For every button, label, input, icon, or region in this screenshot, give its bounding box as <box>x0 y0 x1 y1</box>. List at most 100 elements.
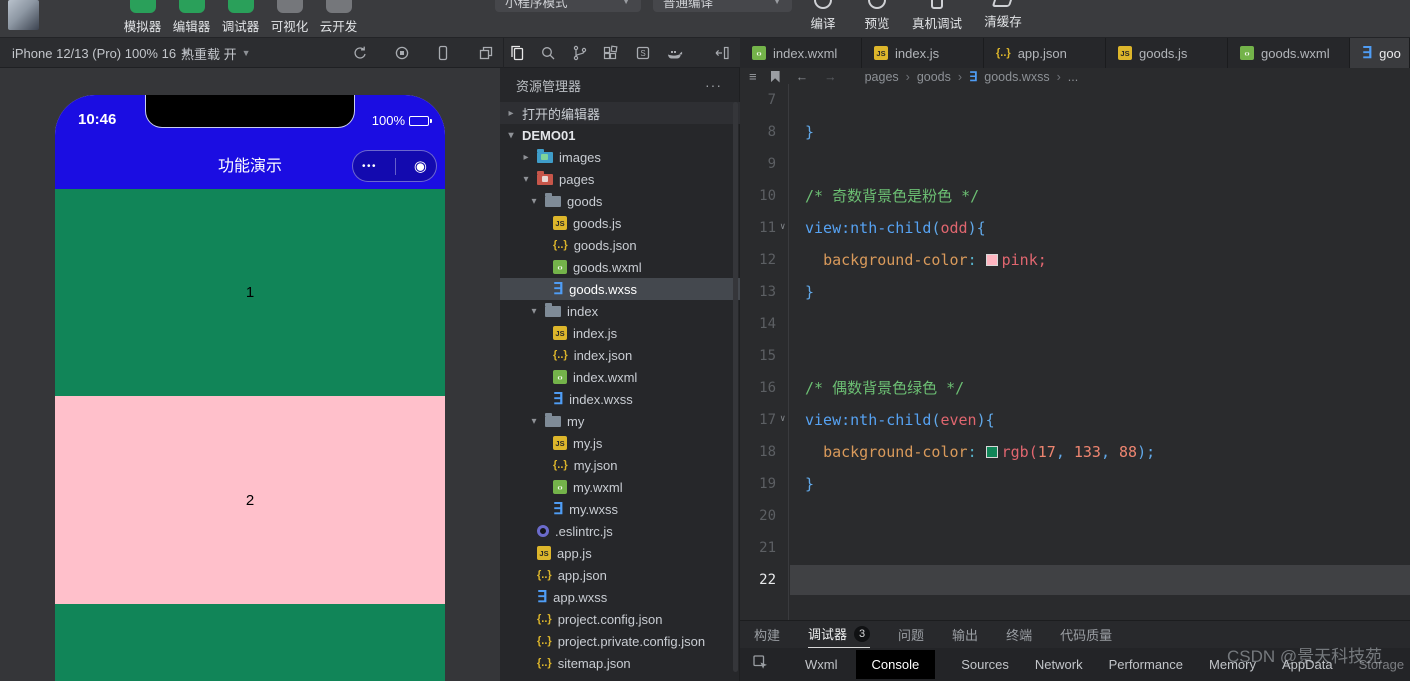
s-tool-icon[interactable]: S <box>635 45 651 61</box>
tree-item-app.js[interactable]: app.js <box>500 542 740 564</box>
color-swatch[interactable] <box>985 254 998 266</box>
code-line-13[interactable]: 13} <box>740 276 1410 308</box>
file-tab-goods.wxml[interactable]: goods.wxml <box>1228 38 1350 68</box>
outline-list-icon[interactable]: ≡ <box>749 70 757 83</box>
toolbar-button-云开发[interactable]: 云开发 <box>314 0 363 38</box>
panel-tab-代码质量[interactable]: 代码质量 <box>1060 621 1112 649</box>
panel-tab-调试器[interactable]: 调试器 3 <box>808 621 871 649</box>
view-block-1[interactable]: 1 <box>55 189 445 396</box>
toolbar-button-调试器[interactable]: 调试器 <box>216 0 265 38</box>
breadcrumb-item-...[interactable]: ... <box>1068 70 1078 84</box>
record-stop-icon[interactable] <box>394 45 410 61</box>
code-line-9[interactable]: 9 <box>740 148 1410 180</box>
toolbar-button-可视化[interactable]: 可视化 <box>265 0 314 38</box>
collapse-sidebar-icon[interactable] <box>714 45 730 61</box>
devtools-tab-Wxml[interactable]: Wxml <box>805 657 838 672</box>
code-line-18[interactable]: 18 background-color: rgb(17, 133, 88); <box>740 436 1410 468</box>
tree-item-index[interactable]: ▾ index <box>500 300 740 322</box>
tree-item-goods.json[interactable]: goods.json <box>500 234 740 256</box>
devtools-tab-Sources[interactable]: Sources <box>961 657 1009 672</box>
rotate-screen-icon[interactable] <box>352 45 368 61</box>
breadcrumb-item-goods[interactable]: goods <box>917 70 951 84</box>
breadcrumb-item-pages[interactable]: pages <box>865 70 899 84</box>
restore-window-icon[interactable] <box>478 45 494 61</box>
chevron-right-icon[interactable]: ▸ <box>506 108 516 119</box>
files-icon[interactable] <box>509 45 525 61</box>
tree-item-sitemap.json[interactable]: sitemap.json <box>500 652 740 674</box>
fold-chevron-icon[interactable]: ∨ <box>780 212 785 242</box>
tree-item-my.wxml[interactable]: my.wxml <box>500 476 740 498</box>
panel-tab-输出[interactable]: 输出 <box>952 621 978 649</box>
tree-item-project.config.json[interactable]: project.config.json <box>500 608 740 630</box>
docker-whale-icon[interactable] <box>666 45 683 61</box>
toolbar-button-编辑器[interactable]: 编辑器 <box>167 0 216 38</box>
tree-item-my.wxss[interactable]: my.wxss <box>500 498 740 520</box>
code-line-22[interactable]: 22 <box>740 564 1410 596</box>
fold-chevron-icon[interactable]: ∨ <box>780 404 785 434</box>
chevron-down-icon[interactable]: ▾ <box>529 416 539 427</box>
tree-item-goods.wxml[interactable]: goods.wxml <box>500 256 740 278</box>
tree-item-.eslintrc.js[interactable]: .eslintrc.js <box>500 520 740 542</box>
code-line-11[interactable]: 11 ∨ view:nth-child(odd){ <box>740 212 1410 244</box>
git-branch-icon[interactable] <box>572 45 588 61</box>
color-swatch[interactable] <box>985 446 998 458</box>
code-line-7[interactable]: 7 <box>740 84 1410 116</box>
tree-item-project.private.config.json[interactable]: project.private.config.json <box>500 630 740 652</box>
tree-item-DEMO01[interactable]: ▾ DEMO01 <box>500 124 740 146</box>
action-编译[interactable]: 编译 <box>796 0 850 38</box>
devtools-tab-Performance[interactable]: Performance <box>1109 657 1183 672</box>
code-line-15[interactable]: 15 <box>740 340 1410 372</box>
explorer-scrollbar[interactable] <box>733 102 738 672</box>
user-avatar[interactable] <box>8 0 39 30</box>
chevron-right-icon[interactable]: ▸ <box>521 152 531 163</box>
code-line-8[interactable]: 8} <box>740 116 1410 148</box>
device-selector[interactable]: iPhone 12/13 (Pro) 100% 16 ▼ <box>12 38 190 68</box>
tree-item-index.wxss[interactable]: index.wxss <box>500 388 740 410</box>
search-icon[interactable] <box>540 45 556 61</box>
tree-item-my.json[interactable]: my.json <box>500 454 740 476</box>
file-tab-goods.js[interactable]: goods.js <box>1106 38 1228 68</box>
devtools-tab-Console[interactable]: Console <box>855 650 936 679</box>
code-line-17[interactable]: 17 ∨ view:nth-child(even){ <box>740 404 1410 436</box>
nav-forward-icon[interactable]: → <box>824 70 837 84</box>
devtools-tab-Network[interactable]: Network <box>1035 657 1083 672</box>
chevron-down-icon[interactable]: ▾ <box>529 196 539 207</box>
devtools-tab-Storage[interactable]: Storage <box>1359 657 1405 672</box>
devtools-tab-Memory[interactable]: Memory <box>1209 657 1256 672</box>
tree-item-index.json[interactable]: index.json <box>500 344 740 366</box>
file-tab-app.json[interactable]: app.json <box>984 38 1106 68</box>
file-tab-index.js[interactable]: index.js <box>862 38 984 68</box>
explorer-more-icon[interactable]: ··· <box>705 77 722 93</box>
chevron-down-icon[interactable]: ▾ <box>529 306 539 317</box>
action-预览[interactable]: 预览 <box>850 0 904 38</box>
inspect-element-icon[interactable] <box>752 654 769 676</box>
toolbar-button-模拟器[interactable]: 模拟器 <box>118 0 167 38</box>
code-line-10[interactable]: 10 /* 奇数背景色是粉色 */ <box>740 180 1410 212</box>
action-清缓存[interactable]: 清缓存 <box>970 0 1036 38</box>
file-tab-goo[interactable]: goo <box>1350 38 1410 68</box>
view-block-2[interactable]: 2 <box>55 396 445 604</box>
devtools-tab-AppData[interactable]: AppData <box>1282 657 1333 672</box>
bookmark-icon[interactable] <box>770 70 780 83</box>
code-line-14[interactable]: 14 <box>740 308 1410 340</box>
tree-item-app.wxss[interactable]: app.wxss <box>500 586 740 608</box>
code-line-19[interactable]: 19} <box>740 468 1410 500</box>
more-dots-icon[interactable]: ••• <box>362 161 377 172</box>
tree-item-index.wxml[interactable]: index.wxml <box>500 366 740 388</box>
tree-item-images[interactable]: ▸ images <box>500 146 740 168</box>
tree-item-打开的编辑器[interactable]: ▸ 打开的编辑器 <box>500 102 740 124</box>
nav-back-icon[interactable]: ← <box>796 70 809 84</box>
code-line-21[interactable]: 21 <box>740 532 1410 564</box>
view-block-3[interactable] <box>55 604 445 681</box>
tree-item-goods[interactable]: ▾ goods <box>500 190 740 212</box>
code-area[interactable]: 7 8} 9 10/* 奇数背景色是粉色 */11 ∨ view:nth-child(od… <box>740 84 1410 596</box>
tree-item-app.json[interactable]: app.json <box>500 564 740 586</box>
action-真机调试[interactable]: 真机调试 <box>904 0 970 38</box>
panel-tab-终端[interactable]: 终端 <box>1006 621 1032 649</box>
file-tab-index.wxml[interactable]: index.wxml <box>740 38 862 68</box>
tree-item-my[interactable]: ▾ my <box>500 410 740 432</box>
breadcrumb-item-goods.wxss[interactable]: goods.wxss <box>984 70 1049 84</box>
chevron-down-icon[interactable]: ▾ <box>506 130 516 141</box>
code-line-12[interactable]: 12 background-color: pink; <box>740 244 1410 276</box>
exit-target-icon[interactable]: ◉ <box>414 157 427 175</box>
